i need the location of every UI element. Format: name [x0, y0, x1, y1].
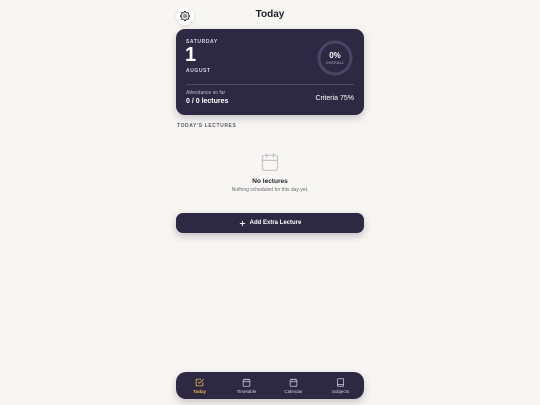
nav-label-calendar: Calendar: [284, 388, 303, 394]
card-divider: [186, 84, 354, 85]
book-icon: [337, 377, 344, 387]
nav-item-subjects[interactable]: Subjects: [319, 374, 363, 398]
nav-item-today[interactable]: Today: [178, 374, 222, 398]
settings-button[interactable]: [176, 7, 194, 25]
nav-label-subjects: Subjects: [331, 388, 350, 394]
gear-icon: [180, 11, 190, 21]
calendar-icon: [289, 377, 298, 387]
overall-percent: 0%: [329, 51, 341, 60]
nav-label-timetable: Timetable: [236, 388, 257, 394]
empty-state: No lectures Nothing scheduled for this d…: [176, 150, 364, 198]
empty-title: No lectures: [252, 178, 288, 185]
overall-label: OVERALL: [325, 61, 345, 65]
check-square-icon: [195, 378, 204, 386]
plus-icon: [239, 220, 245, 226]
header: Today: [176, 7, 364, 25]
add-extra-lecture-button[interactable]: Add Extra Lecture: [176, 213, 364, 233]
empty-subtitle: Nothing scheduled for this day yet.: [231, 187, 309, 193]
overall-progress-ring: 0% OVERALL: [316, 39, 354, 77]
bottom-nav: Today Timetable Calendar Subjects: [176, 372, 364, 399]
section-title-lectures: TODAY'S LECTURES: [177, 123, 237, 129]
nav-item-calendar[interactable]: Calendar: [272, 374, 316, 398]
nav-label-today: Today: [193, 388, 206, 394]
attendance-value: 0 / 0 lectures: [186, 98, 229, 105]
criteria-text: Criteria 75%: [315, 95, 354, 102]
attendance-label: Attendance so far: [186, 90, 226, 96]
day-number: 1: [185, 44, 197, 66]
page-title: Today: [255, 9, 285, 20]
summary-card: SATURDAY 1 AUGUST 0% OVERALL Attendance …: [176, 29, 364, 115]
calendar-icon: [242, 377, 251, 387]
nav-item-timetable[interactable]: Timetable: [225, 374, 269, 398]
month-name: AUGUST: [186, 68, 211, 74]
add-extra-lecture-label: Add Extra Lecture: [249, 220, 302, 226]
calendar-icon: [261, 153, 279, 171]
